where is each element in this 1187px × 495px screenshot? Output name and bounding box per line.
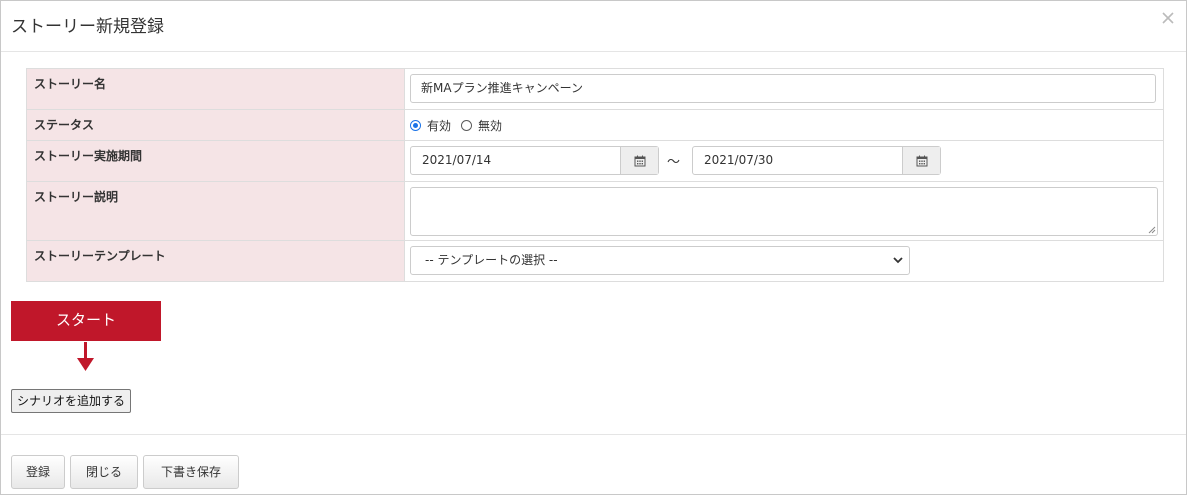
modal-header: ストーリー新規登録 xyxy=(1,1,1186,52)
end-date-value: 2021/07/30 xyxy=(704,153,774,167)
modal-title: ストーリー新規登録 xyxy=(11,17,164,37)
status-active-label[interactable]: 有効 xyxy=(427,117,451,134)
form-row-status: ステータス 有効 無効 xyxy=(26,109,1164,141)
story-form-table: ストーリー名 新MAプラン推進キャンペーン ステータス 有効 無効 ストーリー実… xyxy=(26,68,1164,282)
register-button[interactable]: 登録 xyxy=(11,455,65,489)
start-date-value: 2021/07/14 xyxy=(422,153,492,167)
chevron-down-icon xyxy=(893,257,903,264)
start-node: スタート xyxy=(11,301,161,341)
status-inactive-label[interactable]: 無効 xyxy=(478,117,502,134)
close-icon[interactable] xyxy=(1159,9,1177,27)
end-date-input[interactable]: 2021/07/30 xyxy=(692,146,941,175)
template-label: ストーリーテンプレート xyxy=(26,240,405,282)
close-button[interactable]: 閉じる xyxy=(70,455,138,489)
form-row-name: ストーリー名 新MAプラン推進キャンペーン xyxy=(26,68,1164,110)
start-date-input[interactable]: 2021/07/14 xyxy=(410,146,659,175)
add-scenario-button[interactable]: シナリオを追加する xyxy=(11,389,132,413)
calendar-icon[interactable] xyxy=(902,147,940,174)
story-name-label: ストーリー名 xyxy=(26,68,405,110)
status-radio-group: 有効 無効 xyxy=(410,117,512,134)
status-label: ステータス xyxy=(26,109,405,141)
story-register-modal: ストーリー新規登録 ストーリー名 新MAプラン推進キャンペーン ステータス 有効… xyxy=(0,0,1187,495)
status-active-radio[interactable] xyxy=(410,120,421,131)
period-label: ストーリー実施期間 xyxy=(26,140,405,182)
description-textarea[interactable] xyxy=(410,187,1158,236)
resize-grip-icon[interactable] xyxy=(1148,226,1156,234)
template-select[interactable]: -- テンプレートの選択 -- xyxy=(410,246,910,275)
calendar-icon[interactable] xyxy=(620,147,658,174)
period-separator: 〜 xyxy=(667,155,681,170)
story-name-input[interactable]: 新MAプラン推進キャンペーン xyxy=(410,74,1156,103)
template-selected-value: -- テンプレートの選択 -- xyxy=(425,253,558,267)
form-row-template: ストーリーテンプレート -- テンプレートの選択 -- xyxy=(26,240,1164,282)
footer-divider xyxy=(1,434,1186,435)
arrow-down-icon xyxy=(77,342,94,371)
form-row-description: ストーリー説明 xyxy=(26,181,1164,241)
save-draft-button[interactable]: 下書き保存 xyxy=(143,455,239,489)
description-label: ストーリー説明 xyxy=(26,181,405,241)
form-row-period: ストーリー実施期間 2021/07/14 〜 2021/07/30 xyxy=(26,140,1164,182)
status-inactive-radio[interactable] xyxy=(461,120,473,131)
